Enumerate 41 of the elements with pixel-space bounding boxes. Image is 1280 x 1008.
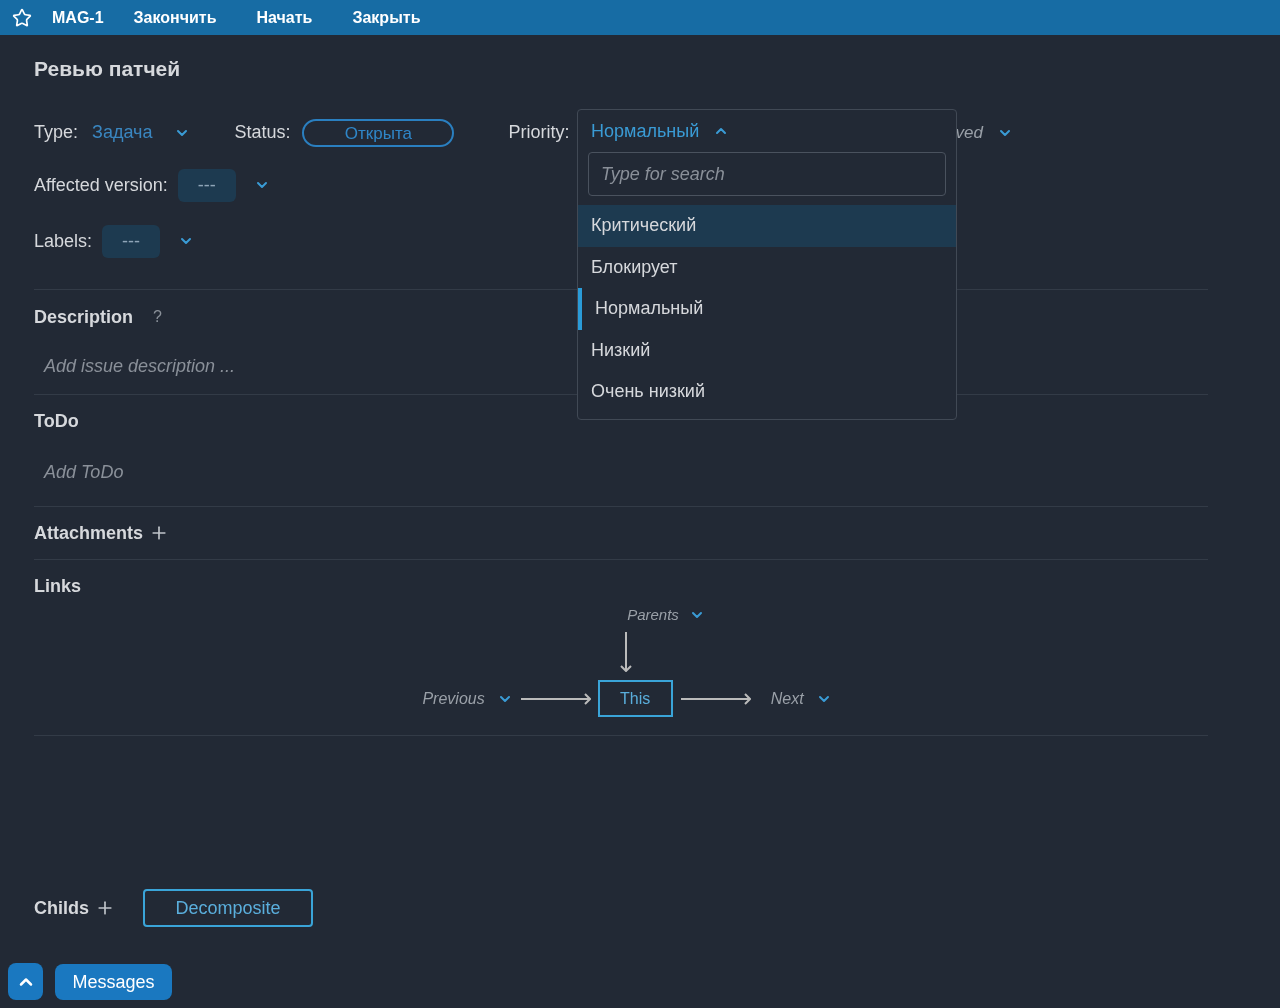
arrow-right-icon <box>520 692 591 705</box>
section-title: Description <box>34 305 134 329</box>
this-node: This <box>597 680 673 717</box>
dropdown-option[interactable]: Низкий <box>578 329 956 371</box>
field-label: Priority: <box>508 121 570 144</box>
star-icon[interactable] <box>12 7 32 28</box>
help-icon[interactable]: ? <box>153 305 162 329</box>
todo-placeholder[interactable]: Add ToDo <box>44 458 124 486</box>
version-select[interactable]: --- <box>177 168 236 202</box>
action-button[interactable]: Закрыть <box>352 5 421 30</box>
section-title: ToDo <box>34 409 79 433</box>
scroll-up-button[interactable] <box>8 963 43 1000</box>
field-label: Affected version: <box>34 173 168 197</box>
issue-key: MAG-1 <box>52 5 104 30</box>
field-label: Labels: <box>34 229 93 253</box>
dropdown-option[interactable]: Критический <box>578 205 956 247</box>
section-title: Childs <box>34 896 89 920</box>
next-link[interactable]: Next <box>770 686 804 711</box>
action-button[interactable]: Закончить <box>133 5 217 30</box>
field-label: Status: <box>234 121 291 144</box>
description-placeholder[interactable]: Add issue description ... <box>44 352 236 380</box>
messages-button[interactable]: Messages <box>55 964 172 1000</box>
type-select[interactable]: Задача <box>92 119 153 146</box>
dropdown-option[interactable]: Блокирует <box>578 246 956 288</box>
priority-select[interactable]: Нормальный <box>591 117 700 145</box>
previous-link[interactable]: Previous <box>422 686 485 711</box>
dropdown-option[interactable]: Нормальный <box>578 288 956 330</box>
arrow-right-icon <box>680 692 751 705</box>
decomposite-button[interactable]: Decomposite <box>143 889 313 927</box>
issue-title: Ревью патчей <box>34 56 182 82</box>
section-title: Attachments <box>34 521 144 545</box>
status-button[interactable]: Открыта <box>302 118 455 147</box>
search-field[interactable]: Type for search <box>588 152 946 196</box>
dropdown-option[interactable]: Очень низкий <box>578 371 956 413</box>
action-button[interactable]: Начать <box>256 5 313 30</box>
arrow-down-icon <box>620 632 632 672</box>
field-label: Type: <box>34 121 79 144</box>
section-title: Links <box>34 574 81 598</box>
field-value: ved <box>955 121 983 144</box>
parents-link[interactable]: Parents <box>627 603 679 626</box>
labels-select[interactable]: --- <box>102 224 161 258</box>
